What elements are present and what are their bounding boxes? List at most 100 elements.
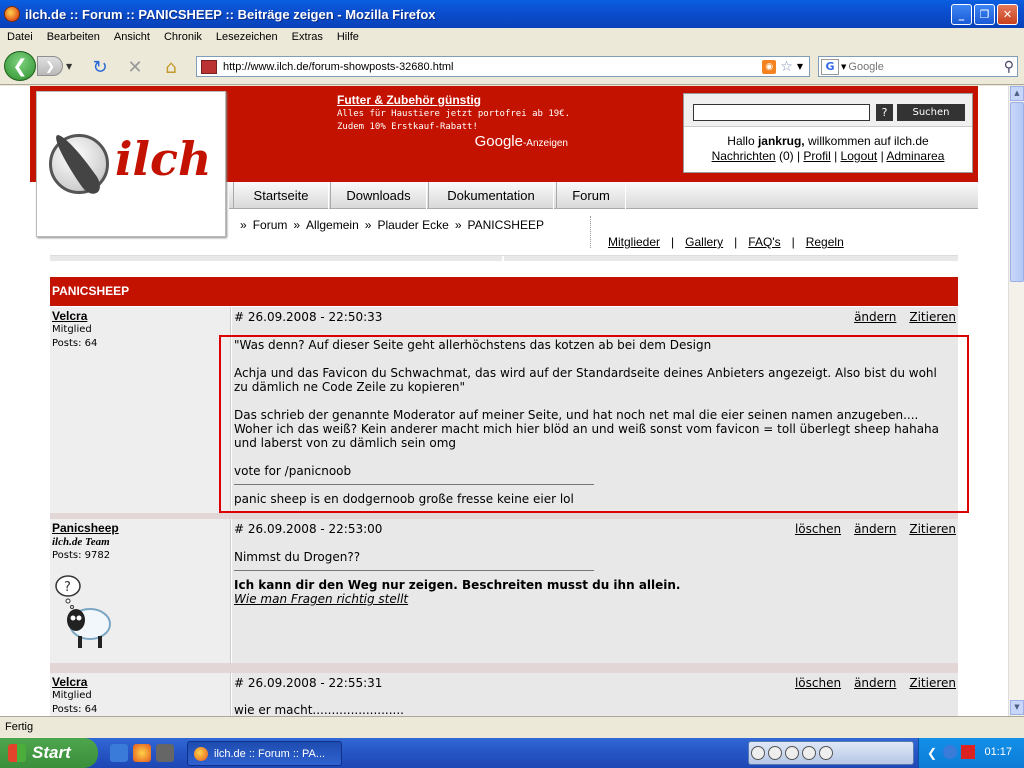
url-dropdown-icon[interactable]: ▼ (797, 62, 803, 71)
search-bar[interactable]: G ▼ ⚲ (818, 56, 1018, 77)
nav-startseite[interactable]: Startseite (233, 182, 329, 209)
home-icon[interactable]: ⌂ (160, 57, 182, 78)
site-favicon-icon (201, 59, 217, 74)
search-input[interactable] (848, 60, 1004, 73)
author-role: ilch.de Team (52, 536, 110, 548)
post-separator (50, 663, 958, 673)
adminarea-link[interactable]: Adminarea (886, 149, 944, 163)
post-date: # 26.09.2008 - 22:50:33 (234, 310, 383, 324)
regeln-link[interactable]: Regeln (806, 235, 844, 249)
media-prev-icon[interactable] (785, 746, 799, 760)
ad-line1: Alles für Haustiere jetzt portofrei ab 1… (337, 109, 570, 119)
system-tray: ❮ 01:17 (918, 738, 1024, 768)
forward-button[interactable]: ❯ (37, 56, 63, 76)
menu-hilfe[interactable]: Hilfe (330, 31, 366, 43)
media-player-controls[interactable] (748, 741, 914, 765)
gallery-link[interactable]: Gallery (685, 235, 723, 249)
reload-icon[interactable]: ↻ (89, 57, 111, 78)
logout-link[interactable]: Logout (841, 149, 878, 163)
post-text: wie er macht........................ (234, 703, 404, 716)
start-button[interactable]: Start (0, 738, 98, 768)
google-ad[interactable]: Futter & Zubehör günstig Alles für Haust… (337, 93, 571, 153)
google-label: Google (474, 133, 523, 150)
edit-link[interactable]: ändern (854, 310, 896, 324)
history-dropdown-icon[interactable]: ▼ (66, 62, 72, 71)
url-input[interactable] (223, 57, 763, 76)
maximize-button[interactable]: ❐ (974, 3, 995, 25)
quote-link[interactable]: Zitieren (909, 310, 956, 324)
start-label: Start (32, 743, 71, 762)
quote-link[interactable]: Zitieren (909, 676, 956, 690)
nav-dokumentation[interactable]: Dokumentation (428, 182, 554, 209)
topic-title: PANICSHEEP (50, 277, 958, 306)
menu-bearbeiten[interactable]: Bearbeiten (40, 31, 107, 43)
edit-link[interactable]: ändern (854, 676, 896, 690)
site-search-input[interactable] (693, 104, 870, 121)
divider-strip (50, 255, 958, 262)
author-name[interactable]: Velcra (52, 309, 87, 323)
media-next-icon[interactable] (802, 746, 816, 760)
clock: 01:17 (984, 746, 1012, 758)
navigation-toolbar: ❮ ❯ ▼ ↻ ✕ ⌂ ◉ ☆ ▼ G ▼ ⚲ (0, 47, 1024, 85)
menu-lesezeichen[interactable]: Lesezeichen (209, 31, 285, 43)
edit-link[interactable]: ändern (854, 522, 896, 536)
signature-link[interactable]: Wie man Fragen richtig stellt (234, 592, 408, 606)
author-name[interactable]: Panicsheep (52, 521, 119, 535)
firefox-icon (4, 6, 20, 22)
media-volume-icon[interactable] (819, 746, 833, 760)
window-title: ilch.de :: Forum :: PANICSHEEP :: Beiträ… (25, 6, 436, 22)
scroll-thumb[interactable] (1010, 102, 1024, 282)
scroll-down-icon[interactable]: ▼ (1010, 700, 1024, 715)
site-logo[interactable]: ilch (36, 91, 226, 237)
menu-datei[interactable]: Datei (0, 31, 40, 43)
rss-feed-icon[interactable]: ◉ (762, 59, 777, 74)
bookmark-star-icon[interactable]: ☆ (780, 59, 793, 75)
google-engine-icon[interactable]: G (821, 58, 839, 75)
breadcrumb: » Forum » Allgemein » Plauder Ecke » PANICSHEEP (240, 218, 550, 232)
site-search-button[interactable]: Suchen (897, 104, 965, 121)
stop-icon[interactable]: ✕ (124, 57, 146, 78)
vertical-scrollbar[interactable]: ▲ ▼ (1008, 86, 1024, 716)
ad-headline[interactable]: Futter & Zubehör günstig (337, 93, 571, 107)
profile-link[interactable]: Profil (803, 149, 830, 163)
media-pause-icon[interactable] (751, 746, 765, 760)
antivirus-icon[interactable] (961, 745, 975, 759)
forum-post: Velcra Mitglied Posts: 64 # 26.09.2008 -… (50, 673, 958, 716)
delete-link[interactable]: löschen (795, 522, 841, 536)
messages-link[interactable]: Nachrichten (712, 149, 776, 163)
network-icon[interactable] (943, 745, 957, 759)
search-help-button[interactable]: ? (876, 104, 893, 121)
menu-extras[interactable]: Extras (285, 31, 330, 43)
media-stop-icon[interactable] (768, 746, 782, 760)
delete-link[interactable]: löschen (795, 676, 841, 690)
post-body: # 26.09.2008 - 22:53:00 löschen ändern Zit… (232, 519, 958, 663)
author-name[interactable]: Velcra (52, 675, 87, 689)
close-button[interactable]: ✕ (997, 3, 1018, 25)
nav-downloads[interactable]: Downloads (330, 182, 427, 209)
breadcrumb-plauder-ecke[interactable]: Plauder Ecke (377, 218, 448, 232)
minimize-button[interactable]: _ (951, 3, 972, 25)
tray-expand-icon[interactable]: ❮ (927, 746, 937, 760)
dotted-divider (590, 216, 591, 248)
faqs-link[interactable]: FAQ's (748, 235, 780, 249)
search-icon[interactable]: ⚲ (1004, 59, 1014, 75)
menu-chronik[interactable]: Chronik (157, 31, 209, 43)
address-bar[interactable]: ◉ ☆ ▼ (196, 56, 810, 77)
taskbar: Start ilch.de :: Forum :: PA... ❮ 01:17 (0, 738, 1024, 768)
nav-forum[interactable]: Forum (556, 182, 626, 209)
show-desktop-icon[interactable] (110, 744, 128, 762)
media-quicklaunch-icon[interactable] (156, 744, 174, 762)
breadcrumb-allgemein[interactable]: Allgemein (306, 218, 359, 232)
quote-link[interactable]: Zitieren (909, 522, 956, 536)
breadcrumb-forum[interactable]: Forum (253, 218, 288, 232)
engine-dropdown-icon[interactable]: ▼ (841, 63, 846, 71)
scroll-up-icon[interactable]: ▲ (1010, 86, 1024, 101)
windows-logo-icon (8, 744, 26, 762)
mitglieder-link[interactable]: Mitglieder (608, 235, 660, 249)
logo-text: ilch (115, 132, 212, 186)
author-role: Mitglied (52, 690, 92, 701)
firefox-quicklaunch-icon[interactable] (133, 744, 151, 762)
menu-ansicht[interactable]: Ansicht (107, 31, 157, 43)
back-button[interactable]: ❮ (4, 51, 36, 81)
taskbar-firefox-window[interactable]: ilch.de :: Forum :: PA... (187, 741, 342, 766)
